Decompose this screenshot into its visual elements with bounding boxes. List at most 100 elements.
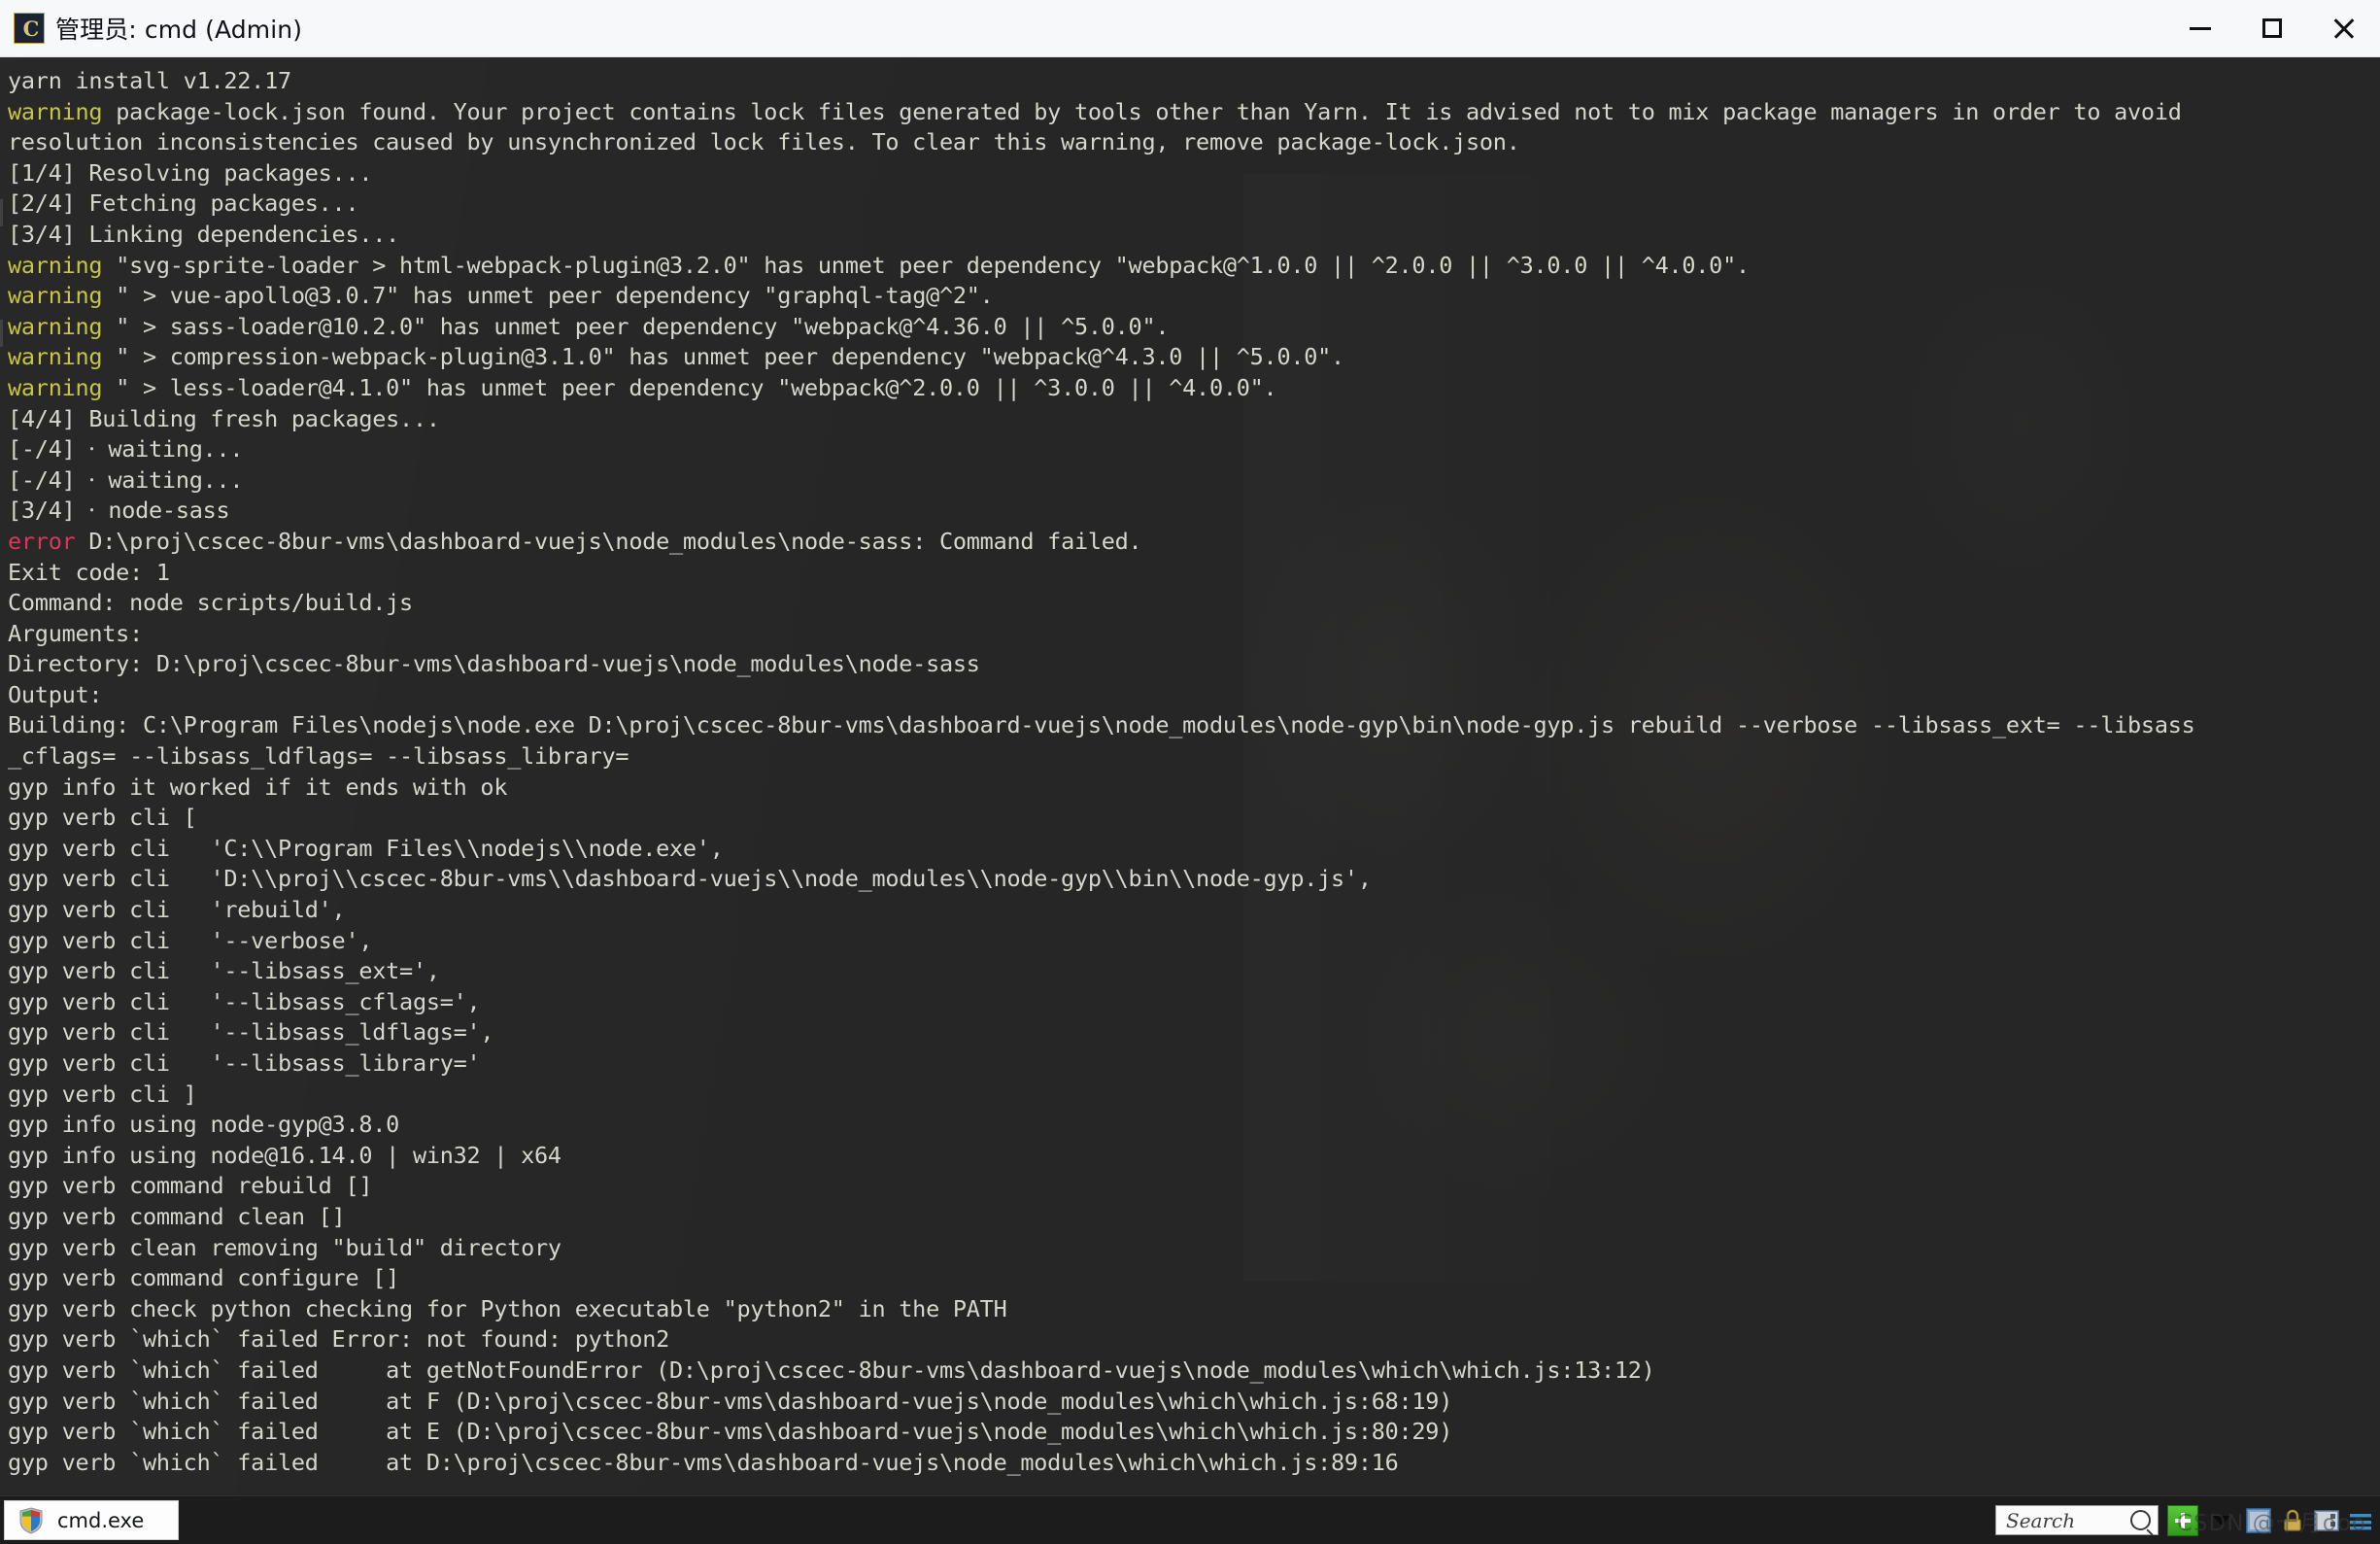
console-token-plain: gyp verb `which` failed at F (D:\proj\cs…	[8, 1387, 1453, 1415]
taskbar-item-label: cmd.exe	[57, 1508, 145, 1532]
minimize-button[interactable]	[2164, 0, 2236, 56]
console-line: warning " > sass-loader@10.2.0" has unme…	[8, 312, 2380, 343]
console-line: Directory: D:\proj\cscec-8bur-vms\dashbo…	[8, 649, 2380, 680]
console-line-list: yarn install v1.22.17 warning package-loc…	[0, 57, 2380, 1478]
console-token-plain: gyp verb cli ]	[8, 1080, 197, 1108]
console-line: gyp info using node@16.14.0 | win32 | x6…	[8, 1141, 2380, 1172]
console-line: error D:\proj\cscec-8bur-vms\dashboard-v…	[8, 527, 2380, 558]
console-line: gyp verb cli ]	[8, 1080, 2380, 1111]
console-token-plain: gyp verb `which` failed Error: not found…	[8, 1325, 670, 1354]
tray-icon-group	[2245, 1507, 2374, 1534]
console-line: gyp verb `which` failed Error: not found…	[8, 1324, 2380, 1355]
titlebar-left: C 管理员: cmd (Admin)	[0, 11, 2164, 46]
console-line: gyp verb cli 'C:\\Program Files\\nodejs\…	[8, 834, 2380, 865]
close-button[interactable]	[2308, 0, 2380, 56]
console-line: gyp verb cli 'rebuild',	[8, 895, 2380, 926]
console-token-plain: gyp verb cli '--libsass_cflags=',	[8, 987, 481, 1015]
console-token-warning: warning	[8, 282, 103, 310]
console-line: Arguments:	[8, 619, 2380, 650]
console-token-plain: gyp verb cli '--libsass_library='	[8, 1049, 481, 1077]
console-window: C 管理员: cmd (Admin) yarn install v1.22.17…	[0, 0, 2380, 1544]
console-line: [-/4] ⸱ waiting...	[8, 465, 2380, 497]
console-line: Output:	[8, 680, 2380, 711]
console-line: yarn install v1.22.17	[8, 66, 2380, 97]
chevron-down-icon[interactable]	[2213, 1515, 2230, 1526]
console-line: gyp verb cli 'D:\\proj\\cscec-8bur-vms\\…	[8, 864, 2380, 895]
console-line: gyp verb cli '--libsass_library='	[8, 1048, 2380, 1080]
console-line: [4/4] Building fresh packages...	[8, 404, 2380, 435]
console-line: gyp info using node-gyp@3.8.0	[8, 1110, 2380, 1141]
menu-icon[interactable]	[2347, 1507, 2374, 1534]
console-token-plain: gyp verb cli [	[8, 804, 197, 832]
window-titlebar[interactable]: C 管理员: cmd (Admin)	[0, 0, 2380, 57]
console-line: gyp verb command rebuild []	[8, 1171, 2380, 1202]
console-token-plain: " > compression-webpack-plugin@3.1.0" ha…	[102, 343, 1344, 371]
maximize-button[interactable]	[2236, 0, 2308, 56]
console-token-plain: [1/4] Resolving packages...	[8, 158, 373, 187]
console-token-plain: gyp verb clean removing "build" director…	[8, 1233, 561, 1261]
console-output-area[interactable]: yarn install v1.22.17 warning package-loc…	[0, 57, 2380, 1495]
console-token-plain: " > less-loader@4.1.0" has unmet peer de…	[102, 373, 1277, 401]
console-line: gyp verb cli '--libsass_ext=',	[8, 956, 2380, 987]
taskbar: cmd.exe Search CSDN @十月ooo	[0, 1495, 2380, 1544]
console-token-warning: warning	[8, 343, 103, 371]
console-token-plain: gyp verb command clean []	[8, 1202, 346, 1230]
console-token-plain: package-lock.json found. Your project co…	[102, 97, 2182, 125]
close-icon	[2331, 16, 2357, 41]
console-token-plain: gyp verb cli '--libsass_ext=',	[8, 957, 440, 985]
console-line: [2/4] Fetching packages...	[8, 189, 2380, 220]
add-button[interactable]	[2167, 1504, 2198, 1536]
console-line: [3/4] Linking dependencies...	[8, 220, 2380, 251]
console-token-plain: gyp info using node-gyp@3.8.0	[8, 1111, 400, 1139]
console-token-plain: [3/4] Linking dependencies...	[8, 220, 400, 248]
csdn-icon[interactable]	[2245, 1507, 2272, 1534]
console-token-plain: gyp verb `which` failed at E (D:\proj\cs…	[8, 1418, 1453, 1446]
console-token-plain: gyp info it worked if it ends with ok	[8, 772, 508, 801]
console-line: Building: C:\Program Files\nodejs\node.e…	[8, 710, 2380, 741]
taskbar-item-cmd[interactable]: cmd.exe	[4, 1500, 179, 1540]
console-token-plain: yarn install v1.22.17	[8, 67, 291, 94]
panel-icon[interactable]	[2313, 1507, 2340, 1534]
console-token-warning: warning	[8, 373, 103, 401]
search-input[interactable]: Search	[1995, 1505, 2159, 1535]
console-token-warning: warning	[8, 251, 103, 279]
gutter-mark	[0, 199, 3, 226]
console-line: warning "svg-sprite-loader > html-webpac…	[8, 251, 2380, 282]
console-line: Exit code: 1	[8, 558, 2380, 589]
console-line: gyp verb `which` failed at F (D:\proj\cs…	[8, 1387, 2380, 1418]
console-token-plain: Output:	[8, 680, 103, 708]
taskbar-tray: Search	[1995, 1496, 2380, 1544]
console-token-plain: Building: C:\Program Files\nodejs\node.e…	[8, 711, 2195, 739]
console-token-plain: gyp verb cli '--libsass_ldflags=',	[8, 1018, 494, 1046]
console-line: gyp verb clean removing "build" director…	[8, 1233, 2380, 1264]
cmd-console-icon-glyph: C	[22, 16, 40, 41]
console-token-plain: gyp verb `which` failed at getNotFoundEr…	[8, 1355, 1655, 1384]
console-token-plain: gyp verb cli 'rebuild',	[8, 896, 346, 924]
console-line: [-/4] ⸱ waiting...	[8, 434, 2380, 465]
window-title: 管理员: cmd (Admin)	[55, 16, 303, 44]
console-token-plain: gyp verb command rebuild []	[8, 1172, 373, 1200]
console-line: [3/4] ⸱ node-sass	[8, 496, 2380, 527]
maximize-icon	[2262, 18, 2282, 38]
console-line: gyp verb cli '--verbose',	[8, 926, 2380, 957]
console-token-plain: [3/4] ⸱ node-sass	[8, 497, 230, 525]
console-token-plain: gyp verb cli 'D:\\proj\\cscec-8bur-vms\\…	[8, 865, 1372, 893]
search-icon[interactable]	[2130, 1510, 2151, 1530]
taskbar-buttons: cmd.exe	[0, 1496, 179, 1544]
console-line: gyp verb `which` failed at D:\proj\cscec…	[8, 1448, 2380, 1479]
console-token-plain: Exit code: 1	[8, 558, 170, 586]
console-token-plain: " > vue-apollo@3.0.7" has unmet peer dep…	[102, 282, 994, 310]
console-line: _cflags= --libsass_ldflags= --libsass_li…	[8, 741, 2380, 772]
cmd-console-icon: C	[14, 13, 45, 44]
console-token-plain: " > sass-loader@10.2.0" has unmet peer d…	[102, 312, 1170, 340]
console-line: resolution inconsistencies caused by uns…	[8, 127, 2380, 158]
console-token-error: error	[8, 527, 76, 555]
console-token-plain: [-/4] ⸱ waiting...	[8, 435, 244, 463]
console-token-plain: gyp verb cli '--verbose',	[8, 926, 373, 954]
console-token-plain: Directory: D:\proj\cscec-8bur-vms\dashbo…	[8, 650, 980, 678]
console-token-plain: D:\proj\cscec-8bur-vms\dashboard-vuejs\n…	[75, 527, 1142, 555]
uac-shield-icon	[18, 1506, 44, 1534]
lock-icon[interactable]	[2279, 1507, 2306, 1534]
search-placeholder: Search	[2006, 1508, 2076, 1532]
console-token-plain: Arguments:	[8, 619, 143, 647]
